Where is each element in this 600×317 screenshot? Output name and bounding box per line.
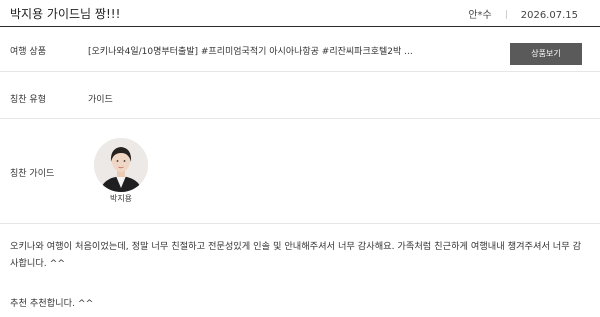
review-meta: 안*수 2026.07.15 [468, 6, 578, 21]
product-name: [오키나와4일/10명부터출발] #프리미엄국적기 아시아나항공 #리잔씨파크호… [88, 47, 413, 57]
guide-avatar [94, 138, 148, 192]
guide-photo-icon [94, 138, 148, 192]
review-recommend: 추천 추천합니다. ^^ [10, 298, 94, 309]
product-row: 여행 상품 [오키나와4일/10명부터출발] #프리미엄국적기 아시아나항공 #… [0, 27, 600, 72]
review-body: 오키나와 여행이 처음이었는데, 정말 너무 친절하고 전문성있게 인솔 및 안… [10, 241, 582, 269]
praise-type-row: 칭찬 유형 가이드 [0, 72, 600, 119]
praise-guide-label: 칭찬 가이드 [10, 169, 55, 179]
guide-name: 박지용 [109, 194, 133, 203]
praise-type-value: 가이드 [88, 95, 113, 105]
review-header: 박지용 가이드님 짱!!! 안*수 2026.07.15 [0, 0, 600, 27]
praise-guide-row: 칭찬 가이드 박지용 [0, 119, 600, 224]
praise-type-label: 칭찬 유형 [10, 95, 46, 105]
meta-divider [505, 10, 507, 19]
review-date: 2026.07.15 [520, 10, 578, 21]
review-author: 안*수 [468, 10, 492, 21]
product-label: 여행 상품 [10, 47, 46, 57]
view-product-button[interactable]: 상품보기 [510, 43, 582, 65]
review-title: 박지용 가이드님 짱!!! [10, 7, 121, 21]
